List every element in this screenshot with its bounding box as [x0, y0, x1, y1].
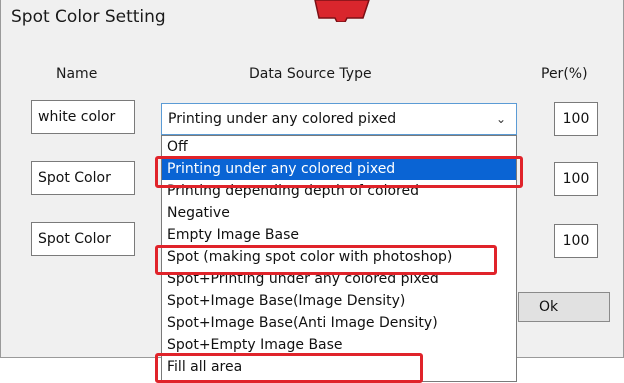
per-field-2[interactable]: 100 — [554, 162, 598, 196]
dropdown-option-spot-printing-under[interactable]: Spot+Printing under any colored pixed — [162, 268, 516, 290]
dropdown-option-spot-image-density[interactable]: Spot+Image Base(Image Density) — [162, 290, 516, 312]
dropdown-option-negative[interactable]: Negative — [162, 202, 516, 224]
dropdown-option-fill-all-area[interactable]: Fill all area — [162, 356, 516, 378]
column-header-source: Data Source Type — [249, 66, 372, 82]
data-source-combo[interactable]: Printing under any colored pixed ⌄ — [161, 103, 517, 135]
dropdown-option-printing-under-colored[interactable]: Printing under any colored pixed — [162, 158, 516, 180]
ok-button[interactable]: Ok — [518, 292, 610, 322]
combo-value: Printing under any colored pixed — [168, 111, 397, 127]
dropdown-option-spot-anti-image-density[interactable]: Spot+Image Base(Anti Image Density) — [162, 312, 516, 334]
dialog-title: Spot Color Setting — [11, 7, 166, 27]
name-field-3[interactable]: Spot Color — [31, 222, 135, 256]
dropdown-option-spot-empty-image-base[interactable]: Spot+Empty Image Base — [162, 334, 516, 356]
data-source-dropdown-list: Off Printing under any colored pixed Pri… — [161, 135, 517, 382]
dropdown-option-off[interactable]: Off — [162, 136, 516, 158]
per-field-1[interactable]: 100 — [554, 102, 598, 136]
red-arrow-icon — [314, 0, 370, 22]
name-field-1[interactable]: white color — [31, 100, 135, 134]
dropdown-option-empty-image-base[interactable]: Empty Image Base — [162, 224, 516, 246]
chevron-down-icon[interactable]: ⌄ — [496, 104, 506, 134]
per-field-3[interactable]: 100 — [554, 224, 598, 258]
column-header-per: Per(%) — [541, 66, 588, 82]
dropdown-option-printing-depending-depth[interactable]: Printing depending depth of colored — [162, 180, 516, 202]
dropdown-option-spot-photoshop[interactable]: Spot (making spot color with photoshop) — [162, 246, 516, 268]
column-header-name: Name — [56, 66, 98, 82]
name-field-2[interactable]: Spot Color — [31, 161, 135, 195]
